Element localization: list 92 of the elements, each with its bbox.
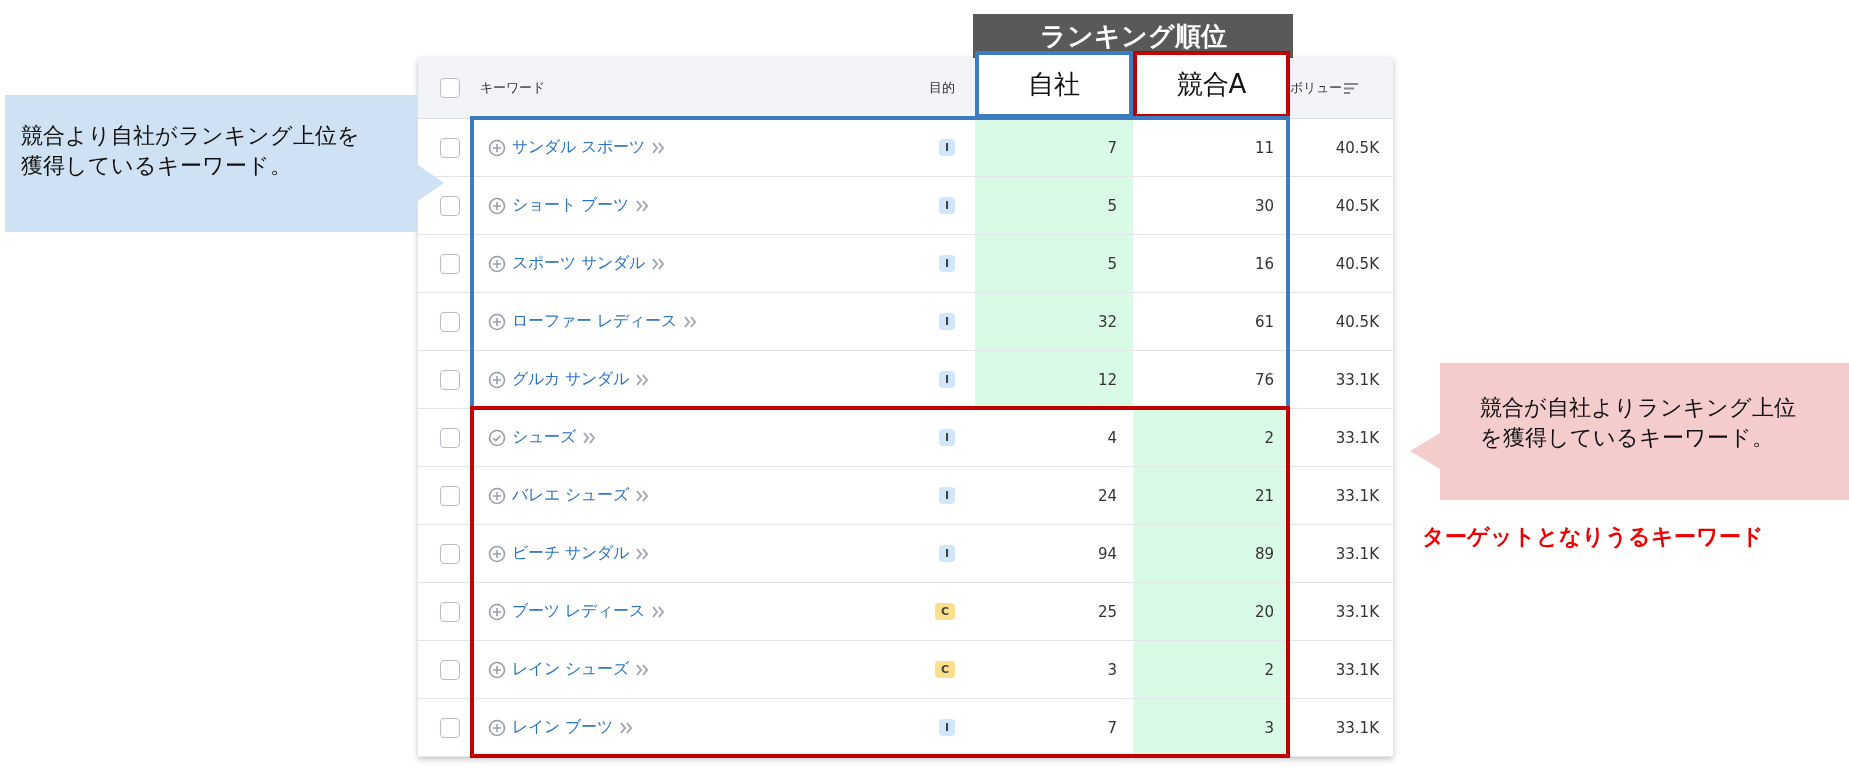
column-header: 自社	[975, 51, 1133, 118]
plus-circle-icon[interactable]	[488, 602, 506, 621]
plus-circle-icon[interactable]	[488, 370, 506, 389]
table-cell-text: 94	[1096, 543, 1118, 565]
checkbox[interactable]	[440, 137, 460, 158]
checkbox[interactable]	[440, 543, 460, 564]
double-chevron-icon[interactable]	[582, 431, 596, 444]
keyword-link[interactable]: スポーツ サンダル	[512, 253, 646, 274]
checkbox[interactable]	[440, 253, 460, 274]
keyword-link[interactable]: レイン ブーツ	[512, 717, 614, 738]
intent-badge: I	[938, 313, 955, 330]
keyword-link[interactable]: シューズ	[512, 427, 576, 448]
table-cell: 5	[975, 235, 1133, 292]
table-cell: 32	[975, 293, 1133, 350]
keyword-link[interactable]: ローファー レディース	[512, 311, 678, 332]
plus-circle-icon[interactable]	[488, 138, 506, 157]
check-circle-icon[interactable]	[488, 428, 506, 447]
plus-circle-icon[interactable]	[488, 196, 506, 215]
table-cell-text: 33.1K	[1334, 485, 1380, 507]
intent-badge: C	[934, 603, 955, 620]
table-cell-text: 40.5K	[1334, 137, 1380, 159]
sort-icon[interactable]	[1344, 82, 1358, 94]
column-header: 目的	[929, 79, 955, 97]
callout-text: 競合より自社がランキング上位を獲得しているキーワード。	[21, 123, 360, 178]
table-cell-text: 76	[1253, 369, 1275, 391]
plus-circle-icon[interactable]	[488, 660, 506, 679]
table-cell: 5	[975, 177, 1133, 234]
table-cell-text: 40.5K	[1334, 311, 1380, 333]
intent-badge: I	[938, 719, 955, 736]
callout-text: 競合が自社よりランキング上位を獲得しているキーワード。	[1480, 395, 1796, 450]
checkbox[interactable]	[440, 195, 460, 216]
intent-badge: I	[938, 487, 955, 504]
intent-badge: I	[938, 429, 955, 446]
keyword-link[interactable]: グルカ サンダル	[512, 369, 630, 390]
table-cell-text: 33.1K	[1334, 369, 1380, 391]
table-cell-text: 25	[1096, 601, 1118, 623]
table-cell-text: 3	[1106, 659, 1118, 681]
checkbox[interactable]	[440, 311, 460, 332]
double-chevron-icon[interactable]	[635, 199, 650, 212]
table-cell-text: 33.1K	[1334, 717, 1380, 739]
table-cell-text: 33.1K	[1334, 601, 1380, 623]
checkbox[interactable]	[440, 78, 460, 98]
table-cell-text: 7	[1106, 717, 1118, 739]
plus-circle-icon[interactable]	[488, 544, 506, 563]
checkbox[interactable]	[440, 427, 460, 448]
table-cell-text: 4	[1106, 427, 1118, 449]
keyword-link[interactable]: ビーチ サンダル	[512, 543, 630, 564]
target-note: ターゲットとなりうるキーワード	[1422, 523, 1765, 551]
keyword-link[interactable]: レイン シューズ	[512, 659, 630, 680]
table-cell-text: 24	[1096, 485, 1118, 507]
table-cell-text: 11	[1253, 137, 1275, 159]
checkbox[interactable]	[440, 369, 460, 390]
double-chevron-icon[interactable]	[683, 315, 698, 328]
keyword-link[interactable]: ブーツ レディース	[512, 601, 646, 622]
column-header: キーワード	[480, 79, 545, 97]
intent-badge: I	[938, 197, 955, 214]
double-chevron-icon[interactable]	[651, 605, 666, 618]
table-cell-text: 40.5K	[1334, 253, 1380, 275]
double-chevron-icon[interactable]	[619, 721, 634, 734]
keyword-link[interactable]: サンダル スポーツ	[512, 137, 646, 158]
double-chevron-icon[interactable]	[635, 663, 650, 676]
table-cell-text: 16	[1253, 253, 1275, 275]
keyword-link[interactable]: ショート ブーツ	[512, 195, 630, 216]
table-cell-text: 33.1K	[1334, 659, 1380, 681]
checkbox[interactable]	[440, 601, 460, 622]
checkbox[interactable]	[440, 717, 460, 738]
plus-circle-icon[interactable]	[488, 718, 506, 737]
double-chevron-icon[interactable]	[635, 373, 650, 386]
intent-badge: I	[938, 255, 955, 272]
column-header: ボリュー	[1290, 79, 1342, 97]
plus-circle-icon[interactable]	[488, 254, 506, 273]
intent-badge: C	[934, 661, 955, 678]
column-header: 競合A	[1133, 51, 1290, 118]
keyword-link[interactable]: バレエ シューズ	[512, 485, 630, 506]
double-chevron-icon[interactable]	[635, 489, 650, 502]
intent-badge: I	[938, 371, 955, 388]
table-cell-text: 33.1K	[1334, 427, 1380, 449]
table-cell-text: 30	[1253, 195, 1275, 217]
table-cell: 7	[975, 119, 1133, 176]
double-chevron-icon[interactable]	[651, 257, 666, 270]
checkbox[interactable]	[440, 485, 460, 506]
intent-badge: I	[938, 545, 955, 562]
double-chevron-icon[interactable]	[635, 547, 650, 560]
plus-circle-icon[interactable]	[488, 486, 506, 505]
intent-badge: I	[938, 139, 955, 156]
table-cell-text: 61	[1253, 311, 1275, 333]
double-chevron-icon[interactable]	[651, 141, 666, 154]
table-cell: 12	[975, 351, 1133, 408]
table-cell-text: 40.5K	[1334, 195, 1380, 217]
plus-circle-icon[interactable]	[488, 312, 506, 331]
table-cell-text: 33.1K	[1334, 543, 1380, 565]
checkbox[interactable]	[440, 659, 460, 680]
